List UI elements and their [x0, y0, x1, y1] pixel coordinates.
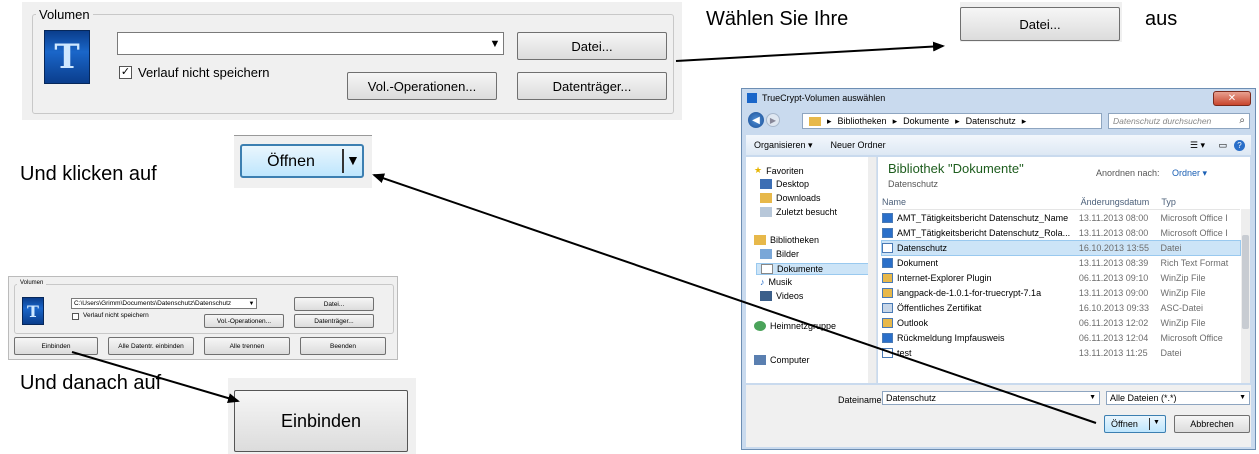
arrow-to-oeffnen-callout — [372, 173, 1097, 424]
instruction-arrows — [71, 41, 1097, 424]
arrow-to-einbinden-callout — [71, 351, 240, 403]
arrow-to-datei-callout — [675, 41, 945, 62]
